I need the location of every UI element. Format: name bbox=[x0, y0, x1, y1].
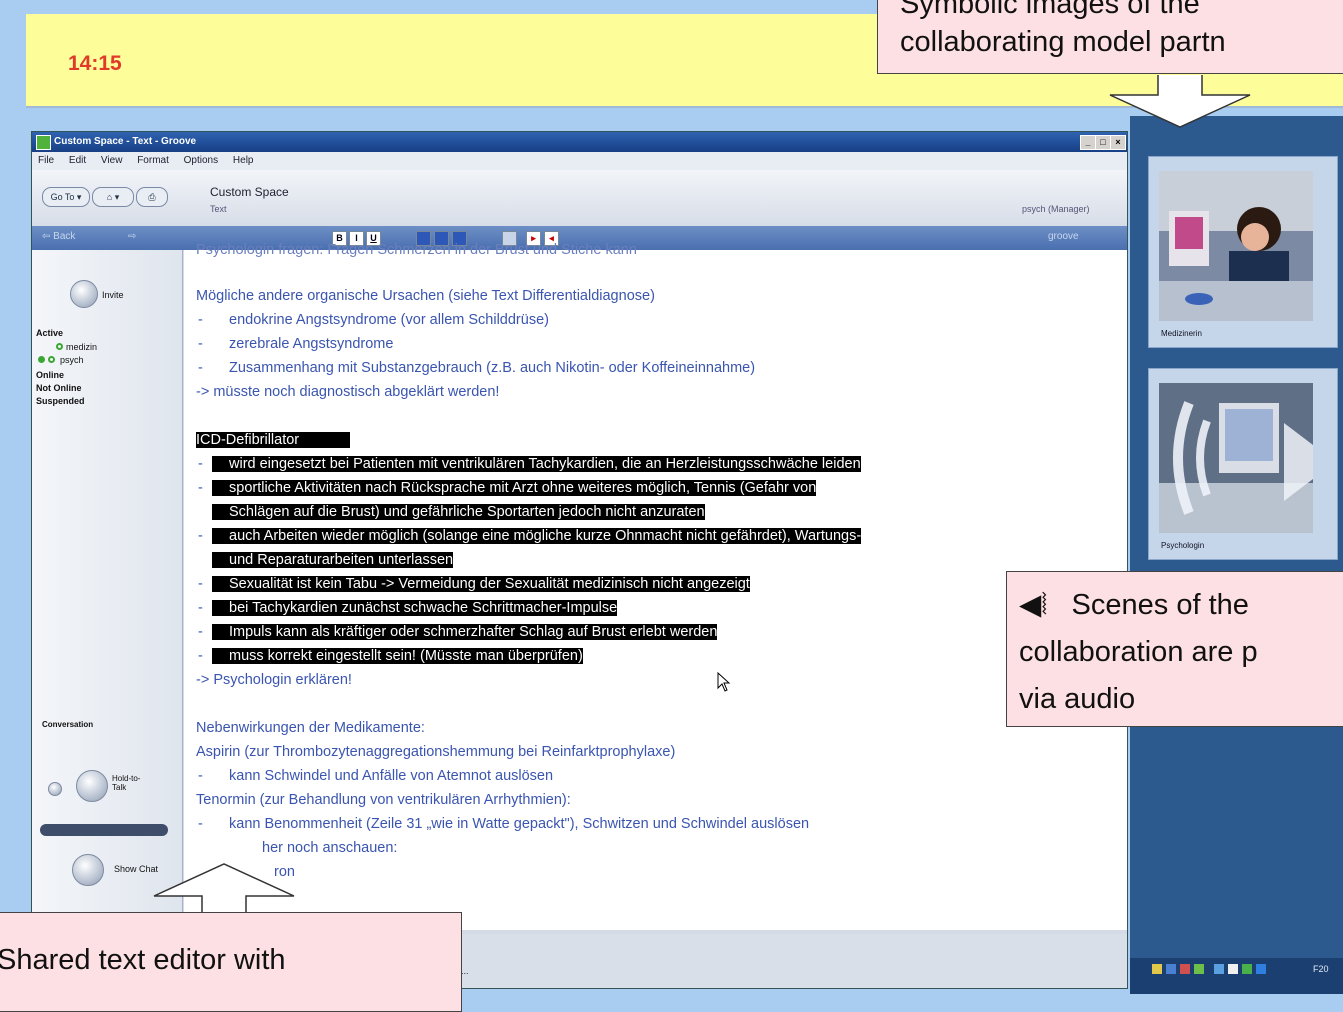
partner-card-medizin: Medizinerin bbox=[1148, 156, 1338, 348]
close-button[interactable]: × bbox=[1110, 135, 1126, 150]
chat-bubble-icon[interactable] bbox=[72, 854, 104, 886]
note-line: -> Psychologin erklären! bbox=[196, 672, 352, 688]
menu-edit[interactable]: Edit bbox=[69, 155, 86, 166]
online-heading: Online bbox=[36, 370, 65, 380]
menu-file[interactable]: File bbox=[38, 155, 54, 166]
callout-line: Symbolic images of the bbox=[900, 0, 1200, 20]
conversation-heading: Conversation bbox=[42, 720, 94, 729]
selected-list-item: muss korrekt eingestellt sein! (Müsste m… bbox=[212, 648, 583, 664]
list-item: zerebrale Angstsyndrome bbox=[229, 336, 394, 352]
down-arrow-icon bbox=[1109, 75, 1251, 128]
groove-app-icon bbox=[36, 135, 51, 150]
partner-label: Medizinerin bbox=[1161, 329, 1202, 338]
callout-shared-editor: Shared text editor with bbox=[0, 912, 462, 1012]
partner-card-psych: Psychologin bbox=[1148, 368, 1338, 560]
user-role: psych (Manager) bbox=[1022, 204, 1090, 214]
print-button[interactable]: ⎙ bbox=[136, 187, 168, 207]
medication-line: Aspirin (zur Thrombozytenaggregationshem… bbox=[196, 744, 676, 760]
online-status-icon bbox=[56, 343, 63, 350]
forward-button[interactable]: ⇨ bbox=[128, 231, 136, 242]
heading-other-causes: Mögliche andere organische Ursachen (sie… bbox=[196, 288, 655, 304]
shared-text-editor[interactable]: Psychologin fragen: Fragen Schmerzen in … bbox=[184, 242, 1127, 930]
menu-view[interactable]: View bbox=[101, 155, 123, 166]
maximize-button[interactable]: □ bbox=[1095, 135, 1111, 150]
list-item: kann Benommenheit (Zeile 31 „wie in Watt… bbox=[229, 816, 810, 832]
navigation-toolbar: Go To ▾ ⌂ ▾ ⎙ Custom Space Text psych (M… bbox=[32, 170, 1127, 226]
speaker-icon: ◀⦚ bbox=[1019, 589, 1048, 621]
member-psych[interactable]: psych bbox=[60, 355, 84, 365]
minimize-button[interactable]: _ bbox=[1080, 135, 1096, 150]
menu-help[interactable]: Help bbox=[233, 155, 254, 166]
online-status-icon bbox=[48, 356, 55, 363]
title-bar: Custom Space - Text - Groove _ □ × bbox=[32, 132, 1127, 152]
partner-panel: Medizinerin Psychologin bbox=[1130, 116, 1343, 994]
invite-label[interactable]: Invite bbox=[102, 290, 124, 300]
space-name: Custom Space bbox=[210, 185, 289, 199]
menu-format[interactable]: Format bbox=[137, 155, 169, 166]
selected-list-item: Sexualität ist kein Tabu -> Vermeidung d… bbox=[212, 576, 750, 592]
medizinerin-photo bbox=[1159, 171, 1313, 321]
selected-list-item: auch Arbeiten wieder möglich (solange ei… bbox=[212, 528, 862, 544]
suspended-heading: Suspended bbox=[36, 396, 85, 406]
psychologin-photo bbox=[1159, 383, 1313, 533]
selected-list-item: und Reparaturarbeiten unterlassen bbox=[212, 552, 454, 568]
hold-to-talk-label[interactable]: Hold-to-Talk bbox=[112, 774, 152, 792]
menu-options[interactable]: Options bbox=[184, 155, 218, 166]
not-online-heading: Not Online bbox=[36, 383, 82, 393]
partner-label: Psychologin bbox=[1161, 541, 1205, 550]
go-to-button[interactable]: Go To ▾ bbox=[42, 187, 90, 207]
callout-partner-images: Symbolic images of the collaborating mod… bbox=[877, 0, 1343, 74]
partial-line: her noch anschauen: bbox=[262, 840, 398, 856]
list-item: endokrine Angstsyndrome (vor allem Schil… bbox=[229, 312, 549, 328]
heading-side-effects: Nebenwirkungen der Medikamente: bbox=[196, 720, 425, 736]
microphone-icon[interactable] bbox=[76, 770, 108, 802]
note-line: -> müsste noch diagnostisch abgeklärt we… bbox=[196, 384, 500, 400]
selected-list-item: Impuls kann als kräftiger oder schmerzha… bbox=[212, 624, 718, 640]
clock: 14:15 bbox=[68, 52, 122, 75]
speaking-icon bbox=[38, 356, 45, 363]
selected-list-item: sportliche Aktivitäten nach Rücksprache … bbox=[212, 480, 817, 496]
callout-line: collaboration are p bbox=[1019, 636, 1258, 668]
menu-bar: File Edit View Format Options Help bbox=[32, 152, 1127, 170]
list-item: kann Schwindel und Anfälle von Atemnot a… bbox=[229, 768, 554, 784]
selected-list-item: bei Tachykardien zunächst schwache Schri… bbox=[212, 600, 618, 616]
audio-level-bar bbox=[40, 824, 168, 836]
medication-line: Tenormin (zur Behandlung von ventrikulär… bbox=[196, 792, 571, 808]
system-tray-icons[interactable] bbox=[1150, 962, 1270, 976]
member-medizin[interactable]: medizin bbox=[66, 342, 97, 352]
selected-list-item: wird eingesetzt bei Patienten mit ventri… bbox=[212, 456, 861, 472]
window-title: Custom Space - Text - Groove bbox=[54, 136, 197, 147]
list-item: Zusammenhang mit Substanzgebrauch (z.B. … bbox=[229, 360, 756, 376]
callout-line: ◀⦚ Scenes of the bbox=[1019, 589, 1249, 621]
partial-line: Psychologin fragen: Fragen Schmerzen in … bbox=[196, 242, 637, 258]
mouse-cursor-icon bbox=[717, 672, 731, 692]
volume-icon[interactable] bbox=[48, 782, 62, 796]
invite-phone-icon[interactable] bbox=[70, 280, 98, 308]
callout-line: collaborating model partn bbox=[900, 26, 1226, 58]
groove-logo: groove bbox=[1048, 231, 1079, 242]
up-arrow-icon bbox=[153, 863, 295, 916]
selected-heading-icd: ICD-Defibrillator bbox=[196, 432, 350, 448]
tray-clock: F20 bbox=[1313, 964, 1329, 974]
active-heading: Active bbox=[36, 328, 64, 338]
groove-window: Custom Space - Text - Groove _ □ × File … bbox=[31, 131, 1128, 989]
callout-line: via audio bbox=[1019, 683, 1136, 715]
selected-list-item: Schlägen auf die Brust) und gefährliche … bbox=[212, 504, 705, 520]
home-button[interactable]: ⌂ ▾ bbox=[92, 187, 134, 207]
tool-name: Text bbox=[210, 204, 227, 214]
back-button[interactable]: ⇦ Back bbox=[42, 231, 75, 242]
callout-audio: ◀⦚ Scenes of the collaboration are p via… bbox=[1006, 571, 1343, 727]
